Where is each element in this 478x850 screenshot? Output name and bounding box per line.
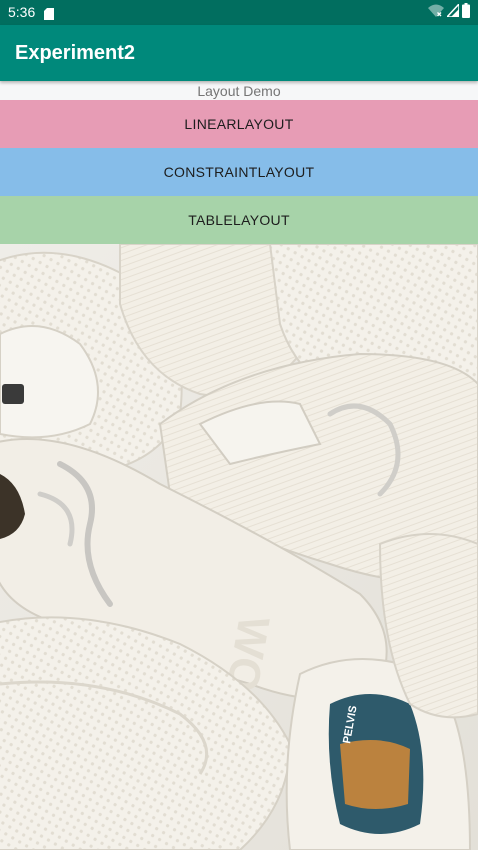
app-screen: 5:36 Experiment2 Layout Demo LINEARLAYOU… (0, 0, 478, 850)
battery-icon (462, 2, 470, 23)
app-bar: Experiment2 (0, 25, 478, 81)
status-bar: 5:36 (0, 0, 478, 25)
sd-card-icon (44, 7, 55, 20)
signal-icon (445, 1, 460, 22)
tablelayout-button[interactable]: TABLELAYOUT (0, 196, 478, 244)
status-icons (428, 1, 470, 23)
layout-demo-label: Layout Demo (0, 82, 478, 100)
app-title: Experiment2 (15, 42, 136, 64)
wifi-icon (428, 4, 444, 22)
sneakers-photo: WORLD PELVIS (0, 244, 478, 850)
constraintlayout-button[interactable]: CONSTRAINTLAYOUT (0, 148, 478, 196)
status-time: 5:36 (8, 4, 36, 20)
linearlayout-button[interactable]: LINEARLAYOUT (0, 100, 478, 148)
